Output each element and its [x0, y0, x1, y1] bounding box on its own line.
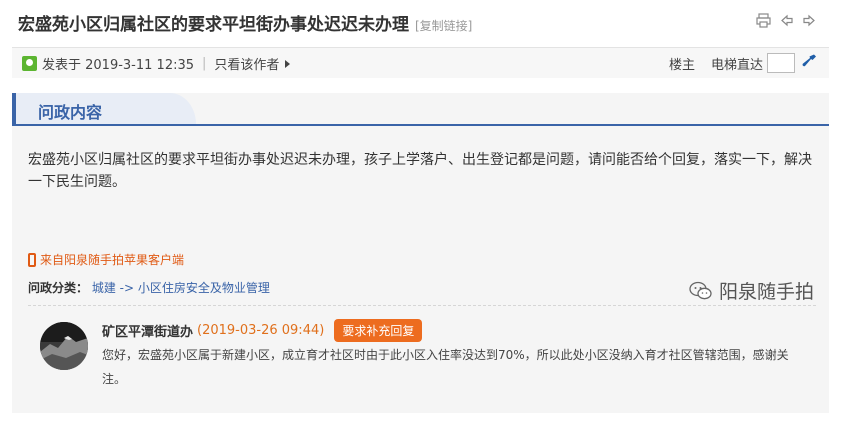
section-tab-bar: 问政内容 — [12, 93, 829, 126]
only-author-link[interactable]: 只看该作者 — [214, 54, 279, 73]
watermark-text: 阳泉随手拍 — [718, 281, 814, 303]
reply-time: (2019-03-26 09:44) — [197, 323, 325, 338]
watermark: 阳泉随手拍 — [689, 277, 814, 304]
phone-icon — [28, 252, 36, 267]
page-title: 宏盛苑小区归属社区的要求平坦街办事处迟迟未办理 — [18, 15, 409, 35]
request-followup-button[interactable]: 要求补充回复 — [334, 319, 423, 342]
post-card: 问政内容 宏盛苑小区归属社区的要求平坦街办事处迟迟未办理，孩子上学落户、出生登记… — [12, 93, 829, 413]
prev-icon[interactable] — [779, 13, 794, 28]
post-meta-right: 楼主 电梯直达 — [669, 53, 817, 73]
user-icon — [22, 56, 37, 71]
reply-header: 矿区平潭街道办 (2019-03-26 09:44) 要求补充回复 — [102, 319, 423, 342]
tab-label: 问政内容 — [38, 103, 103, 122]
reply-author: 矿区平潭街道办 — [102, 325, 194, 340]
floor-jump-input[interactable] — [767, 53, 795, 73]
post-source[interactable]: 来自阳泉随手拍苹果客户端 — [28, 251, 184, 268]
avatar[interactable] — [40, 322, 88, 370]
meta-separator: | — [202, 56, 207, 71]
divider — [28, 305, 816, 306]
arrow-right-icon — [285, 59, 291, 68]
post-date: 发表于 2019-3-11 12:35 — [42, 58, 195, 73]
print-icon[interactable] — [756, 13, 771, 28]
title-row: 宏盛苑小区归属社区的要求平坦街办事处迟迟未办理 [复制链接] — [18, 10, 472, 36]
toolbar — [756, 13, 817, 28]
tab-inquiry-content: 问政内容 — [12, 93, 196, 124]
wechat-icon — [689, 281, 713, 301]
post-meta-bar: 发表于 2019-3-11 12:35 | 只看该作者 楼主 电梯直达 — [12, 47, 829, 78]
floor-owner-label: 楼主 — [668, 57, 695, 73]
reply-text: 您好，宏盛苑小区属于新建小区，成立育才社区时由于此小区入住率没达到70%，所以此… — [102, 348, 789, 386]
post-category: 问政分类： 城建 -> 小区住房安全及物业管理 — [28, 279, 270, 296]
copy-link[interactable]: [复制链接] — [415, 17, 472, 34]
category-key: 问政分类： — [28, 281, 89, 295]
source-label[interactable]: 来自阳泉随手拍苹果客户端 — [40, 251, 184, 268]
next-icon[interactable] — [802, 13, 817, 28]
category-value[interactable]: 城建 -> 小区住房安全及物业管理 — [92, 281, 270, 295]
elevator-label: 电梯直达 — [710, 57, 763, 73]
post-meta-left: 发表于 2019-3-11 12:35 | 只看该作者 — [22, 54, 291, 73]
post-content: 宏盛苑小区归属社区的要求平坦街办事处迟迟未办理，孩子上学落户、出生登记都是问题，… — [28, 152, 812, 190]
wrench-icon[interactable] — [801, 53, 817, 73]
page: 宏盛苑小区归属社区的要求平坦街办事处迟迟未办理 [复制链接] 发表于 2019-… — [0, 0, 841, 422]
